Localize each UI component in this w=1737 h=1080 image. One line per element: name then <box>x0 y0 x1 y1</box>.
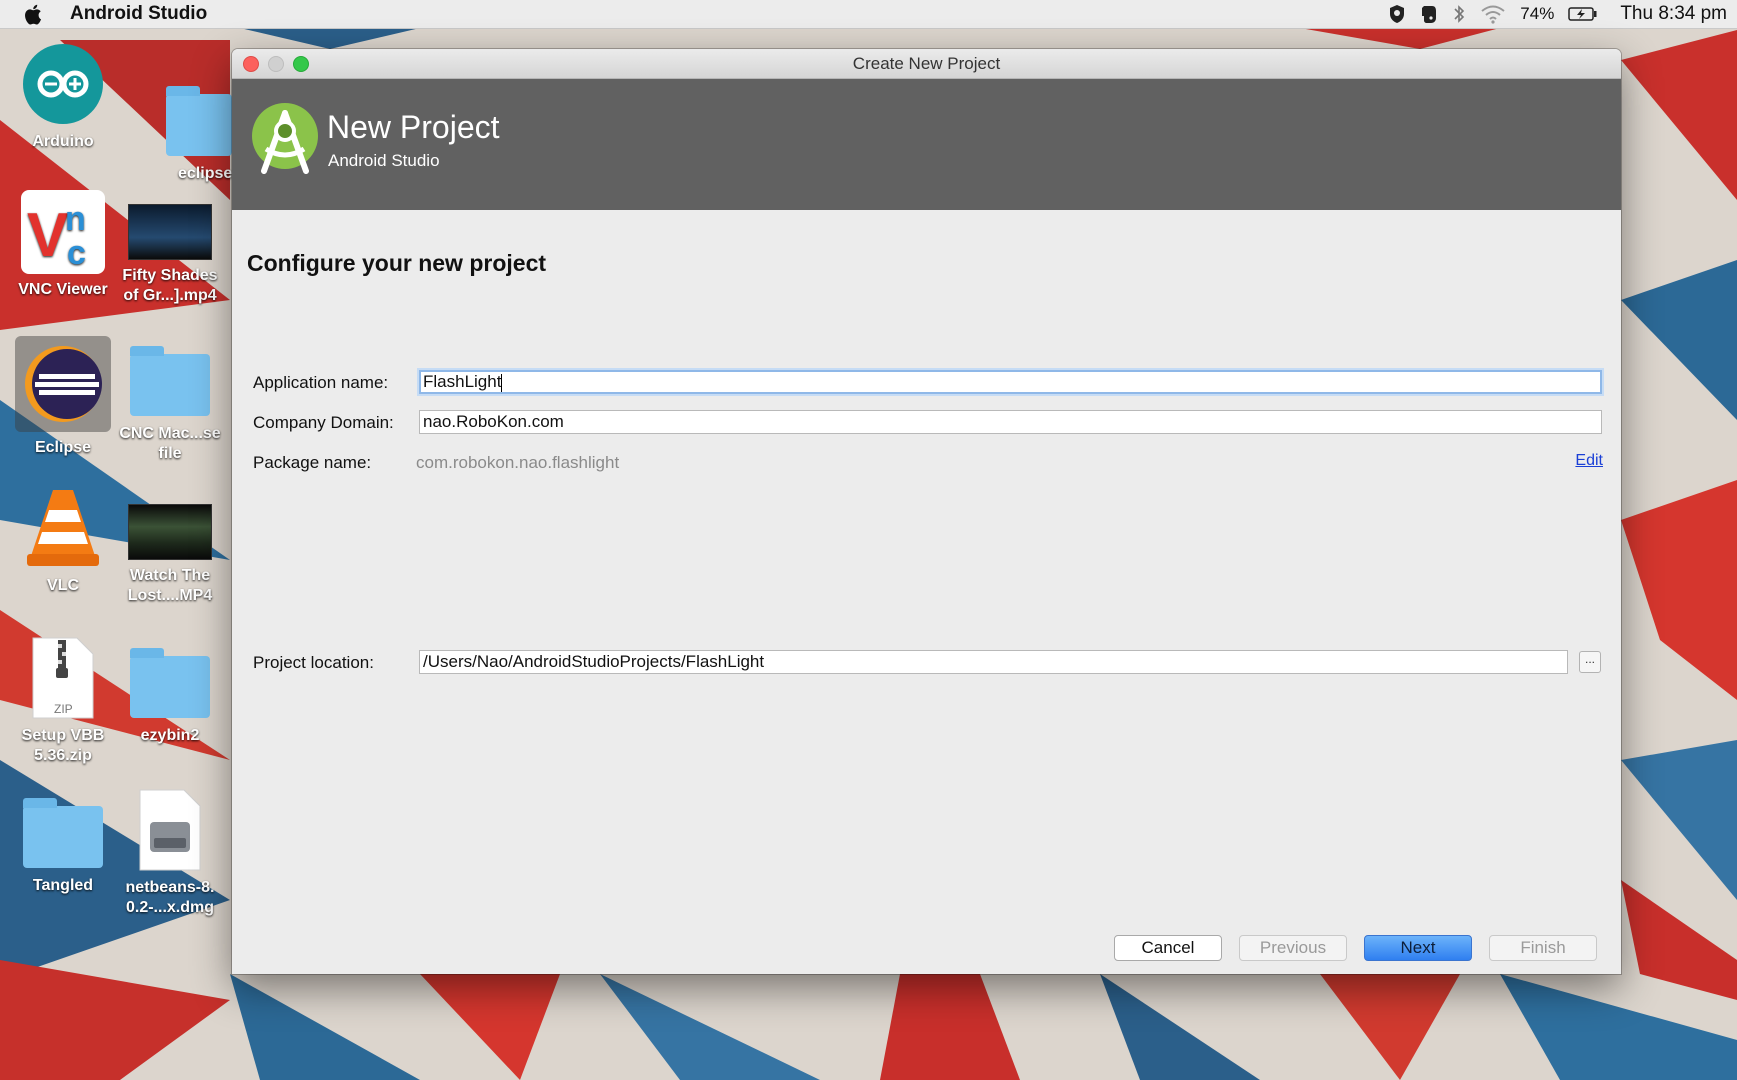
desktop-icon-label: Setup VBB 5.36.zip <box>21 727 105 764</box>
company-domain-value: nao.RoboKon.com <box>423 412 564 431</box>
next-button[interactable]: Next <box>1364 935 1472 961</box>
desktop-icon-vnc-viewer[interactable]: Vnc VNC Viewer <box>8 190 118 300</box>
menu-bar: Android Studio 74% Thu 8:34 pm <box>0 0 1737 29</box>
finish-button[interactable]: Finish <box>1489 935 1597 961</box>
package-name-value: com.robokon.nao.flashlight <box>416 453 620 472</box>
shield-icon[interactable] <box>1388 4 1406 24</box>
desktop-icon-eclipse[interactable]: Eclipse <box>8 336 118 458</box>
folder-icon <box>128 648 212 720</box>
desktop-icon-setup-vbb-zip[interactable]: Setup VBB 5.36.zip <box>8 636 118 766</box>
wifi-icon[interactable] <box>1480 4 1506 24</box>
folder-icon <box>128 346 212 418</box>
desktop-icon-label: Tangled <box>32 877 94 894</box>
project-location-value: /Users/Nao/AndroidStudioProjects/FlashLi… <box>423 652 765 671</box>
company-domain-label: Company Domain: <box>253 413 394 432</box>
window-titlebar[interactable]: Create New Project <box>232 49 1621 79</box>
desktop-icon-tangled-folder[interactable]: Tangled <box>8 798 118 896</box>
banner-subtitle: Android Studio <box>328 151 440 170</box>
desktop-icon-label: Eclipse <box>34 439 92 456</box>
desktop-icon-fifty-shades-video[interactable]: Fifty Shades of Gr...].mp4 <box>115 204 225 306</box>
zip-badge: ZIP <box>54 702 73 716</box>
project-location-input[interactable]: /Users/Nao/AndroidStudioProjects/FlashLi… <box>419 650 1568 674</box>
desktop-icon-label: CNC Mac...se file <box>119 425 221 462</box>
desktop-icon-arduino[interactable]: Arduino <box>8 42 118 152</box>
video-thumbnail <box>128 504 212 560</box>
project-location-label: Project location: <box>253 653 374 672</box>
window-zoom-button[interactable] <box>293 56 309 72</box>
battery-percent[interactable]: 74% <box>1520 4 1554 24</box>
text-caret <box>501 373 503 392</box>
desktop-icon-ezybin2-folder[interactable]: ezybin2 <box>115 648 225 746</box>
android-studio-logo-icon <box>252 103 318 174</box>
wizard-content: Configure your new project Application n… <box>232 210 1621 974</box>
desktop-icon-watch-the-lost-video[interactable]: Watch The Lost....MP4 <box>115 504 225 606</box>
folder-icon <box>166 86 232 158</box>
desktop-icon-label: VNC Viewer <box>18 281 108 298</box>
evernote-icon[interactable] <box>1420 4 1438 24</box>
bluetooth-icon[interactable] <box>1452 4 1466 24</box>
desktop-icon-label: Watch The Lost....MP4 <box>127 567 213 604</box>
desktop-icon-label: VLC <box>47 577 79 594</box>
eclipse-icon <box>15 336 111 432</box>
edit-package-link[interactable]: Edit <box>1575 452 1603 470</box>
desktop-icon-vlc[interactable]: VLC <box>8 486 118 596</box>
cancel-button[interactable]: Cancel <box>1114 935 1222 961</box>
desktop-icon-label: Fifty Shades of Gr...].mp4 <box>122 267 218 304</box>
menubar-clock[interactable]: Thu 8:34 pm <box>1620 3 1727 25</box>
application-name-value: FlashLight <box>423 372 502 391</box>
browse-location-button[interactable]: ... <box>1579 651 1601 673</box>
active-app-name[interactable]: Android Studio <box>70 3 207 25</box>
create-new-project-window: Create New Project New Project Android S… <box>232 49 1621 974</box>
wizard-banner: New Project Android Studio <box>232 79 1621 210</box>
package-name-label: Package name: <box>253 453 372 472</box>
page-heading: Configure your new project <box>247 250 547 276</box>
svg-text:V: V <box>27 201 68 270</box>
battery-charging-icon[interactable] <box>1568 6 1598 22</box>
vnc-viewer-icon: Vnc <box>21 190 105 274</box>
desktop-icon-label: ezybin2 <box>140 727 200 744</box>
desktop-icon-eclipse-folder[interactable]: eclipse <box>150 86 233 184</box>
desktop-icon-label: Arduino <box>32 133 94 150</box>
company-domain-input[interactable]: nao.RoboKon.com <box>419 410 1602 434</box>
banner-title: New Project <box>327 109 500 145</box>
desktop-icon-label: netbeans-8. 0.2-...x.dmg <box>125 879 215 916</box>
video-thumbnail <box>128 204 212 260</box>
apple-icon[interactable] <box>24 4 50 25</box>
application-name-label: Application name: <box>253 373 389 392</box>
window-minimize-button[interactable] <box>268 56 284 72</box>
desktop-icon-cnc-folder[interactable]: CNC Mac...se file <box>115 346 225 464</box>
arduino-icon <box>21 42 105 126</box>
folder-icon <box>21 798 105 870</box>
window-title: Create New Project <box>852 53 1001 73</box>
svg-text:n: n <box>65 200 86 238</box>
svg-text:c: c <box>67 234 86 272</box>
window-close-button[interactable] <box>243 56 259 72</box>
application-name-input[interactable]: FlashLight <box>419 370 1602 394</box>
previous-button[interactable]: Previous <box>1239 935 1347 961</box>
disk-image-icon <box>128 788 212 872</box>
desktop-icon-label: eclipse <box>178 165 233 182</box>
desktop-icon-netbeans-dmg[interactable]: netbeans-8. 0.2-...x.dmg <box>115 788 225 918</box>
vlc-icon <box>21 486 105 570</box>
